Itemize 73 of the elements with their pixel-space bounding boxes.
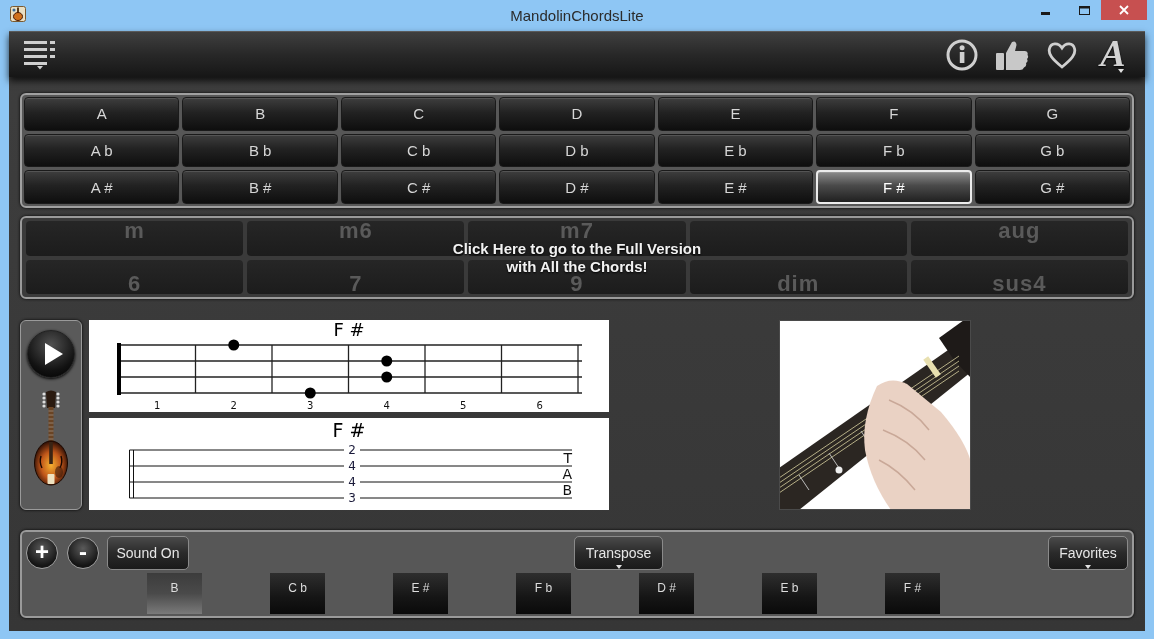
chord-type-label: 9	[570, 274, 584, 294]
chord-button[interactable]: A #	[24, 170, 180, 204]
chord-button[interactable]: G	[974, 97, 1130, 131]
transpose-button[interactable]: Transpose	[574, 536, 663, 570]
tab-clef-letter: T	[563, 450, 572, 466]
chord-button[interactable]: B	[182, 97, 338, 131]
app-icon	[10, 6, 26, 22]
chord-button[interactable]: E	[657, 97, 814, 131]
chord-type-label: sus4	[992, 274, 1047, 294]
fret-number: 5	[460, 400, 467, 411]
tab-clef-letter: A	[562, 466, 572, 482]
chord-type-label: m7	[560, 221, 594, 241]
tab-fret-number: 3	[348, 491, 356, 505]
fret-number: 6	[536, 400, 543, 411]
maximize-icon	[1078, 5, 1090, 15]
info-icon[interactable]	[946, 38, 978, 71]
chord-button[interactable]: A	[24, 97, 180, 131]
chord-button[interactable]: B #	[182, 170, 338, 204]
history-chord-button[interactable]: C b	[270, 573, 325, 614]
sound-button[interactable]: Sound On	[107, 536, 189, 570]
zoom-in-button[interactable]: +	[26, 537, 58, 569]
caret-icon	[615, 565, 622, 569]
close-button[interactable]	[1101, 0, 1147, 20]
play-button[interactable]	[27, 330, 75, 378]
chord-type-label: m6	[338, 221, 373, 241]
fret-number: 1	[154, 400, 161, 411]
minimize-icon	[1040, 11, 1050, 15]
chord-button[interactable]: F b	[816, 133, 972, 168]
thumbs-up-icon[interactable]	[995, 38, 1029, 71]
history-chord-button[interactable]: D #	[639, 573, 694, 614]
history-chord-button[interactable]: E #	[393, 573, 448, 614]
history-chord-button[interactable]: E b	[762, 573, 817, 614]
fret-number: 2	[230, 400, 237, 411]
chord-type-label: aug	[998, 221, 1041, 241]
history-chord-button[interactable]: B	[147, 573, 202, 614]
chord-button[interactable]: C #	[340, 170, 497, 204]
favorites-button[interactable]: Favorites	[1048, 536, 1128, 570]
chord-button[interactable]: C b	[340, 133, 497, 168]
history-chord-button[interactable]: F #	[885, 573, 940, 614]
chord-type-label: dim	[777, 274, 820, 294]
caret-icon	[1085, 565, 1091, 569]
zoom-out-button[interactable]: -	[67, 537, 99, 569]
fret-number: 4	[383, 400, 390, 411]
chord-type-label: m	[124, 221, 145, 241]
tab-fret-number: 4	[348, 475, 356, 489]
window-title: MandolinChordsLite	[510, 6, 644, 26]
chord-type-label: 7	[349, 274, 363, 294]
tab-title: F #	[332, 419, 366, 441]
menu-icon[interactable]	[24, 39, 56, 70]
chord-button[interactable]: F #	[816, 170, 972, 204]
tab-fret-number: 2	[348, 443, 356, 457]
tab-clef-letter: B	[562, 482, 572, 498]
mandolin-icon	[33, 390, 69, 487]
chord-button[interactable]: D b	[499, 133, 655, 168]
chord-button[interactable]: A b	[24, 133, 180, 168]
fret-number: 3	[307, 400, 314, 411]
chord-button[interactable]: C	[340, 97, 497, 131]
history-chord-button[interactable]: F b	[516, 573, 571, 614]
chord-button[interactable]: E #	[657, 170, 814, 204]
chord-button[interactable]: D #	[499, 170, 655, 204]
chord-button[interactable]: B b	[182, 133, 338, 168]
close-icon	[1119, 5, 1129, 15]
chord-button[interactable]: G b	[974, 133, 1130, 168]
caret-icon	[1118, 68, 1124, 73]
chord-button[interactable]: G #	[974, 170, 1130, 204]
tab-fret-number: 4	[348, 459, 356, 473]
play-icon	[44, 343, 63, 365]
chord-title: F #	[333, 319, 365, 340]
chord-button[interactable]: D	[499, 97, 655, 131]
chord-button[interactable]: F	[816, 97, 972, 131]
chord-button[interactable]: E b	[657, 133, 814, 168]
chord-type-label: 6	[127, 274, 142, 294]
font-button[interactable]: A	[1096, 36, 1130, 73]
